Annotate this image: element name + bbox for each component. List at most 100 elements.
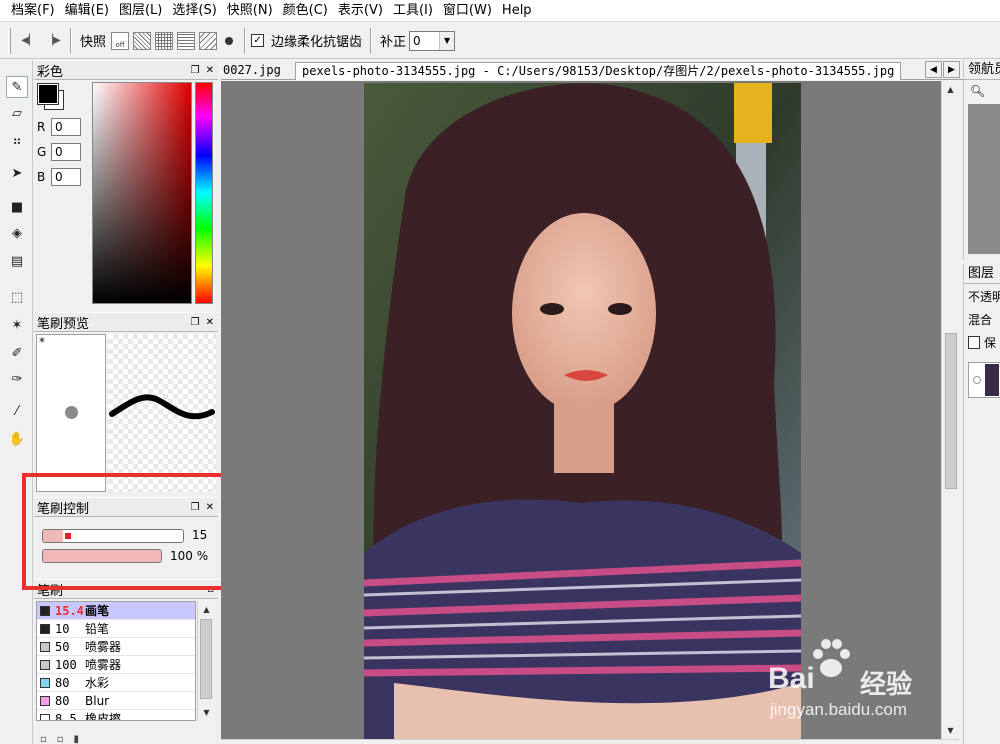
pattern-diagonal-reverse-button[interactable] — [199, 31, 218, 50]
green-input[interactable]: 0 — [51, 143, 81, 161]
layer-row[interactable] — [968, 362, 1000, 398]
green-row: G 0 — [37, 143, 81, 161]
brush-preview-title: 笔刷预览 — [37, 316, 90, 332]
menu-window[interactable]: 窗口(W) — [438, 0, 497, 22]
saturation-value-picker[interactable] — [92, 82, 192, 304]
move-tool-icon[interactable]: ➤ — [6, 162, 28, 184]
rect-select-icon[interactable]: ⬚ — [6, 286, 28, 308]
select-eraser-icon[interactable]: ✑ — [6, 368, 28, 390]
brush-item-pencil[interactable]: 10 铅笔 — [37, 620, 195, 638]
menu-tools[interactable]: 工具(I) — [388, 0, 438, 22]
blue-label: B — [37, 170, 46, 184]
float-icon[interactable]: ❐ — [191, 317, 200, 328]
brush-item-airbrush[interactable]: 50 喷雾器 — [37, 638, 195, 656]
pattern-grid-button[interactable] — [155, 31, 174, 50]
brush-item-airbrush-large[interactable]: 100 喷雾器 — [37, 656, 195, 674]
menu-snapshot[interactable]: 快照(N) — [222, 0, 278, 22]
protect-checkbox[interactable] — [968, 336, 980, 349]
menu-color[interactable]: 颜色(C) — [278, 0, 333, 22]
brush-item-pen[interactable]: 15.4 画笔 — [37, 602, 195, 620]
color-panel: 彩色 ❐ ✕ R 0 G 0 B 0 — [34, 60, 218, 310]
next-frame-icon[interactable]: ▕▶ — [41, 29, 65, 53]
correction-select[interactable]: 0 ▼ — [409, 30, 456, 51]
brush-name: 喷雾器 — [85, 658, 122, 672]
menu-view[interactable]: 表示(V) — [333, 0, 388, 22]
prev-frame-icon[interactable]: ◀▏ — [17, 29, 41, 53]
rect-fill-tool-icon[interactable]: ■ — [6, 196, 28, 218]
pattern-dot-icon[interactable] — [225, 36, 234, 45]
eraser-tool-icon[interactable]: ▱ — [6, 102, 28, 124]
menu-help[interactable]: Help — [497, 0, 537, 22]
portrait-photo — [364, 83, 801, 739]
close-icon[interactable]: ✕ — [206, 65, 214, 76]
scroll-down-icon[interactable]: ▼ — [198, 704, 215, 721]
tab-previous-document[interactable]: 0027.jpg — [223, 62, 281, 80]
scroll-thumb[interactable] — [945, 333, 957, 489]
pattern-diagonal-button[interactable] — [133, 31, 152, 50]
foreground-color-swatch[interactable] — [37, 83, 59, 105]
navigator-preview[interactable] — [968, 104, 1000, 254]
menu-layer[interactable]: 图层(L) — [114, 0, 167, 22]
close-icon[interactable]: ✕ — [206, 317, 214, 328]
correction-value: 0 — [413, 33, 421, 48]
brush-item-blur[interactable]: 80 Blur — [37, 692, 195, 710]
eye-icon[interactable] — [973, 376, 981, 384]
brush-size: 80 — [55, 693, 70, 708]
baidu-watermark: Bai 经验 jingyan.baidu.com — [768, 636, 968, 726]
scroll-up-icon[interactable]: ▲ — [942, 81, 959, 98]
antialias-checkbox[interactable]: ✓ — [251, 34, 265, 47]
brush-color-swatch — [40, 713, 50, 720]
brush-color-swatch — [40, 677, 50, 688]
brush-item-watercolor[interactable]: 80 水彩 — [37, 674, 195, 692]
hue-slider[interactable] — [195, 82, 213, 304]
select-pen-icon[interactable]: ✐ — [6, 342, 28, 364]
menu-edit[interactable]: 编辑(E) — [60, 0, 114, 22]
brush-preview-header: 笔刷预览 ❐ ✕ — [34, 312, 218, 332]
menu-file[interactable]: 档案(F) — [6, 0, 60, 22]
brush-item-eraser[interactable]: 8.5 橡皮擦 — [37, 710, 195, 721]
zoom-icon[interactable]: 🔍︎ — [964, 80, 1000, 102]
menu-select[interactable]: 选择(S) — [167, 0, 221, 22]
document-tabs: 0027.jpg pexels-photo-3134555.jpg - C:/U… — [221, 60, 963, 80]
tab-scroll-right-icon[interactable]: ▶ — [943, 61, 960, 78]
blue-row: B 0 — [37, 168, 81, 186]
pattern-horizontal-button[interactable] — [177, 31, 196, 50]
brush-panel-footer-icons[interactable]: ▫▫▮ — [40, 734, 89, 744]
scroll-up-icon[interactable]: ▲ — [198, 601, 215, 618]
brush-size: 15.4 — [55, 603, 84, 618]
toolbar-separator — [70, 27, 72, 54]
brush-list-scrollbar[interactable]: ▲ ▼ — [197, 601, 214, 721]
pattern-off-button[interactable]: off — [111, 31, 130, 50]
gradient-tool-icon[interactable]: ▤ — [6, 250, 28, 272]
blue-input[interactable]: 0 — [51, 168, 81, 186]
hand-tool-icon[interactable]: ✋ — [6, 428, 28, 450]
brush-size: 8.5 — [55, 711, 77, 721]
tab-active-document[interactable]: pexels-photo-3134555.jpg - C:/Users/9815… — [295, 62, 902, 80]
float-icon[interactable]: ❐ — [191, 65, 200, 76]
red-input[interactable]: 0 — [51, 118, 81, 136]
photo-canvas[interactable] — [364, 83, 801, 739]
tab-scroll-left-icon[interactable]: ◀ — [925, 61, 942, 78]
layers-title: 图层 — [964, 264, 1000, 284]
brush-name: 铅笔 — [85, 622, 110, 636]
toolbar-grip[interactable] — [8, 27, 11, 54]
brush-preview-panel: 笔刷预览 ❐ ✕ * — [34, 312, 218, 494]
brush-size: 80 — [55, 675, 70, 690]
scroll-thumb[interactable] — [200, 619, 212, 699]
stroke-sample-icon — [109, 394, 215, 420]
brush-color-swatch — [40, 641, 50, 652]
brush-color-swatch — [40, 605, 50, 616]
pen-tool-icon[interactable]: ✎ — [6, 76, 28, 98]
toolbar-separator — [244, 27, 247, 54]
eyedropper-icon[interactable]: ⁄ — [6, 400, 28, 422]
snapshot-label: 快照 — [80, 35, 107, 50]
red-row: R 0 — [37, 118, 81, 136]
canvas-horizontal-scrollbar[interactable] — [221, 739, 959, 744]
brush-tip-dot — [65, 406, 78, 419]
magic-wand-icon[interactable]: ✶ — [6, 314, 28, 336]
dot-pen-tool-icon[interactable]: ⠶ — [6, 130, 28, 152]
blend-label: 混合 — [968, 313, 993, 327]
brush-name: Blur — [85, 693, 110, 708]
bucket-tool-icon[interactable]: ◈ — [6, 222, 28, 244]
chevron-down-icon[interactable]: ▼ — [439, 31, 455, 50]
